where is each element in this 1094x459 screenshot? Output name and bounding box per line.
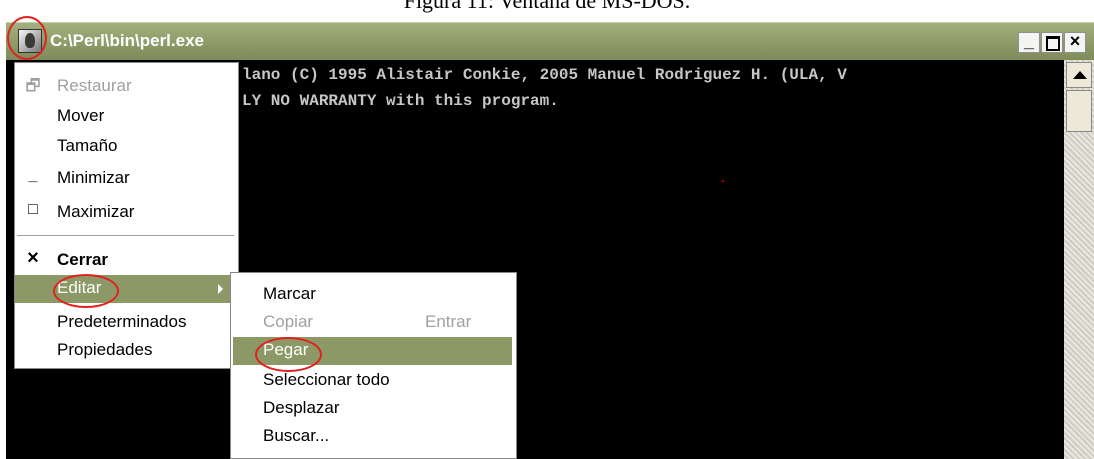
menu-item-label: Tamaño [57, 136, 118, 155]
scroll-up-button[interactable] [1066, 62, 1092, 88]
menu-item-cerrar[interactable]: × Cerrar [15, 247, 238, 275]
stray-pixel [722, 180, 724, 182]
annotation-ring-editar [53, 274, 119, 308]
menu-item-seleccionar-todo[interactable]: Seleccionar todo [231, 367, 516, 395]
menu-item-desplazar[interactable]: Desplazar [231, 395, 516, 423]
menu-item-label: Predeterminados [57, 312, 187, 331]
menu-item-copiar[interactable]: Copiar Entrar [231, 309, 516, 337]
title-bar[interactable]: C:\Perl\bin\perl.exe _ × [6, 22, 1094, 60]
restore-icon: 🗗 [25, 78, 41, 95]
menu-item-label: Seleccionar todo [263, 370, 390, 389]
menu-item-shortcut: Entrar [425, 312, 472, 331]
console-line: lano (C) 1995 Alistair Conkie, 2005 Manu… [242, 66, 847, 84]
menu-item-predeterminados[interactable]: Predeterminados [15, 309, 238, 337]
menu-item-label: Buscar... [263, 426, 330, 445]
menu-item-label: Restaurar [57, 76, 132, 95]
menu-item-propiedades[interactable]: Propiedades [15, 337, 238, 365]
maximize-icon: □ [28, 201, 38, 218]
menu-item-marcar[interactable]: Marcar [231, 281, 516, 309]
submenu-arrow-icon [218, 284, 223, 294]
figure-caption: Figura 11: Ventana de MS-DOS. [0, 0, 1094, 20]
menu-item-label: Minimizar [57, 168, 130, 187]
menu-separator [17, 235, 234, 236]
minimize-icon: _ [28, 167, 38, 184]
vertical-scrollbar[interactable] [1064, 60, 1094, 459]
menu-item-maximizar[interactable]: □ Maximizar [15, 199, 238, 227]
menu-item-label: Mover [57, 106, 105, 125]
menu-item-editar[interactable]: Editar [15, 275, 238, 303]
menu-item-label: Marcar [263, 284, 316, 303]
annotation-ring-pegar [255, 337, 322, 372]
system-menu: 🗗 Restaurar Mover Tamaño _ Minimizar □ M… [14, 62, 239, 369]
minimize-button[interactable]: _ [1018, 32, 1040, 53]
close-button[interactable]: × [1064, 32, 1086, 53]
menu-item-label: Maximizar [57, 202, 135, 221]
menu-item-minimizar[interactable]: _ Minimizar [15, 165, 238, 193]
close-icon: × [27, 247, 39, 269]
menu-item-buscar[interactable]: Buscar... [231, 423, 516, 451]
menu-item-label: Cerrar [57, 250, 109, 269]
menu-item-label: Desplazar [263, 398, 340, 417]
menu-item-label: Copiar [263, 312, 314, 331]
maximize-button[interactable] [1041, 32, 1063, 53]
figure-caption-text: Figura 11: Ventana de MS-DOS. [403, 0, 691, 13]
scroll-thumb[interactable] [1066, 90, 1092, 132]
menu-item-mover[interactable]: Mover [15, 103, 238, 131]
console-line: LY NO WARRANTY with this program. [242, 92, 559, 110]
menu-item-label: Propiedades [57, 340, 153, 359]
menu-item-restaurar[interactable]: 🗗 Restaurar [15, 73, 238, 101]
menu-item-tamano[interactable]: Tamaño [15, 133, 238, 161]
annotation-ring-icon [7, 16, 47, 60]
window-title: C:\Perl\bin\perl.exe [50, 31, 204, 50]
